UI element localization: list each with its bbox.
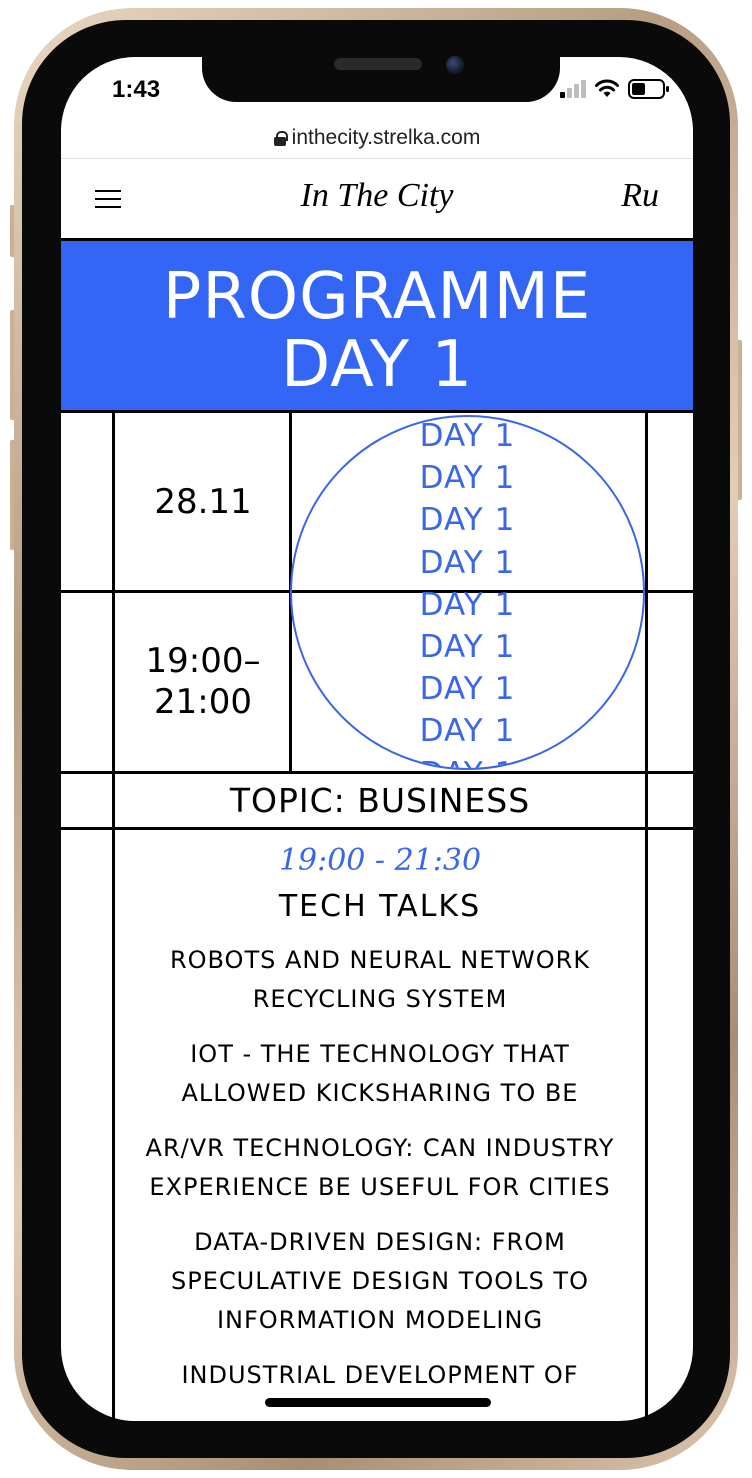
cellular-signal-icon	[560, 80, 586, 98]
day-ticker-item: DAY 1	[419, 713, 516, 750]
day-ticker-item: DAY 1	[419, 544, 516, 581]
hero-title: PROGRAMME	[162, 260, 592, 334]
grid-line	[61, 827, 693, 830]
url-text: inthecity.strelka.com	[291, 126, 481, 149]
day-ticker-circle: DAY 1 DAY 1 DAY 1 DAY 1 DAY 1 DAY 1 DAY …	[290, 415, 645, 770]
day-ticker-item: DAY 1	[419, 418, 516, 454]
day-ticker-item: DAY 1	[419, 671, 516, 708]
day-ticker: DAY 1 DAY 1 DAY 1 DAY 1 DAY 1 DAY 1 DAY …	[292, 417, 643, 768]
grid-line	[645, 413, 648, 1421]
notch	[202, 48, 560, 102]
earpiece-speaker	[334, 58, 422, 70]
day-ticker-item: DAY 1	[419, 629, 516, 666]
address-bar[interactable]: inthecity.strelka.com	[61, 118, 693, 158]
event-date: 28.11	[154, 481, 252, 522]
talk-title[interactable]: ROBOTS AND NEURAL NETWORK RECYCLING SYST…	[115, 941, 645, 1019]
topic-heading: TOPIC: BUSINESS	[229, 781, 531, 820]
site-header: In The City Ru	[61, 159, 693, 241]
day-ticker-item: DAY 1	[419, 586, 516, 623]
programme-hero: PROGRAMME DAY 1	[61, 241, 693, 413]
session-title: TECH TALKS	[278, 889, 482, 924]
talk-title[interactable]: AR/VR TECHNOLOGY: CAN INDUSTRY EXPERIENC…	[115, 1129, 645, 1207]
battery-icon	[628, 79, 669, 99]
day-ticker-item: DAY 1	[292, 753, 643, 768]
home-indicator[interactable]	[265, 1398, 491, 1407]
event-time: 19:00– 21:00	[145, 641, 261, 722]
hero-subtitle: DAY 1	[280, 328, 474, 402]
talk-title[interactable]: DATA-DRIVEN DESIGN: FROM SPECULATIVE DES…	[115, 1223, 645, 1340]
site-logo[interactable]: In The City	[61, 177, 693, 215]
wifi-icon	[595, 79, 619, 97]
session-block: 19:00 - 21:30 TECH TALKS ROBOTS AND NEUR…	[115, 831, 645, 1395]
lock-icon	[273, 130, 288, 146]
day-ticker-item: DAY 1	[419, 460, 516, 497]
language-switch[interactable]: Ru	[621, 177, 659, 215]
status-time: 1:43	[112, 76, 161, 103]
day-ticker-item: DAY 1	[419, 502, 516, 539]
talk-title[interactable]: INDUSTRIAL DEVELOPMENT OF	[115, 1356, 645, 1395]
session-time: 19:00 - 21:30	[278, 843, 482, 878]
schedule-grid: 28.11 19:00– 21:00 DAY 1 DAY 1 DAY 1 DAY …	[61, 413, 693, 1421]
talk-title[interactable]: IOT - THE TECHNOLOGY THAT ALLOWED KICKSH…	[115, 1035, 645, 1113]
front-camera	[446, 56, 464, 74]
